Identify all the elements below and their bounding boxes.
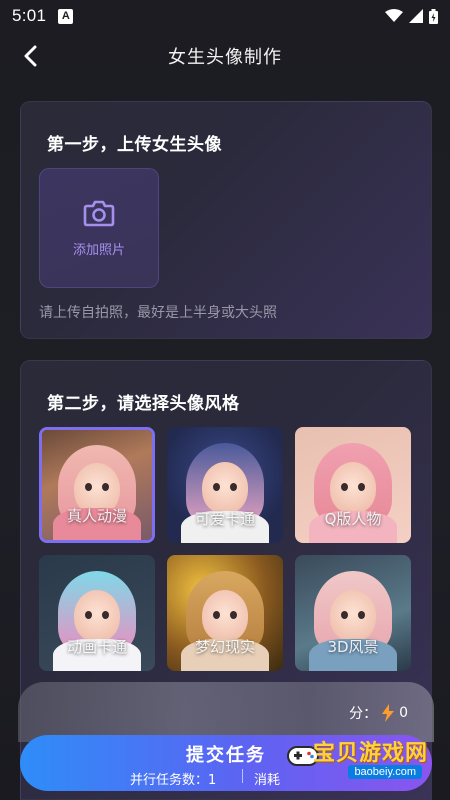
- upload-card: 第一步，上传女生头像 添加照片 请上传自拍照，最好是上半身或大头照: [20, 101, 432, 339]
- battery-icon: [429, 8, 438, 24]
- style-label: 真人动漫: [66, 507, 127, 525]
- style-label: 可爱卡通: [194, 510, 255, 528]
- step1-title: 第一步，上传女生头像: [47, 135, 222, 155]
- signal-icon: [409, 9, 423, 23]
- upload-hint: 请上传自拍照，最好是上半身或大头照: [39, 305, 277, 321]
- notification-a-icon: A: [58, 8, 74, 24]
- lightning-icon: [382, 704, 395, 722]
- cost-label: 消耗: [254, 773, 281, 788]
- status-icons: [385, 8, 438, 24]
- style-tile-3d-scenery[interactable]: 3D风景: [295, 555, 411, 671]
- points-display: 分： 0: [349, 703, 408, 723]
- status-bar: 5:01 A: [0, 0, 450, 32]
- style-tile-real-anime[interactable]: 真人动漫: [39, 427, 155, 543]
- watermark-url: baobeiy.com: [348, 765, 422, 779]
- watermark-text: 宝贝游戏网: [312, 741, 428, 766]
- divider: [242, 769, 243, 783]
- style-label: 3D风景: [327, 638, 379, 656]
- back-button[interactable]: [16, 42, 44, 70]
- points-label: 分：: [349, 706, 378, 722]
- style-tile-q-version[interactable]: Q版人物: [295, 427, 411, 543]
- points-value: 0: [399, 705, 408, 721]
- status-time: 5:01: [12, 6, 47, 25]
- add-photo-button[interactable]: 添加照片: [39, 168, 159, 288]
- camera-icon: [83, 200, 115, 226]
- step2-title: 第二步，请选择头像风格: [47, 394, 240, 414]
- watermark: 宝贝游戏网 baobeiy.com: [284, 735, 434, 791]
- style-tile-cute-cartoon[interactable]: 可爱卡通: [167, 427, 283, 543]
- style-label: 梦幻现实: [194, 638, 255, 656]
- style-tile-dream-reality[interactable]: 梦幻现实: [167, 555, 283, 671]
- parallel-tasks: 并行任务数：1: [130, 773, 217, 788]
- style-label: 动画卡通: [66, 638, 127, 656]
- style-tile-animation-cartoon[interactable]: 动画卡通: [39, 555, 155, 671]
- wifi-icon: [385, 9, 403, 22]
- page-title: 女生头像制作: [168, 47, 282, 68]
- chevron-left-icon: [24, 45, 37, 67]
- add-photo-label: 添加照片: [72, 242, 125, 258]
- top-nav: 女生头像制作: [0, 34, 450, 78]
- style-label: Q版人物: [324, 510, 382, 528]
